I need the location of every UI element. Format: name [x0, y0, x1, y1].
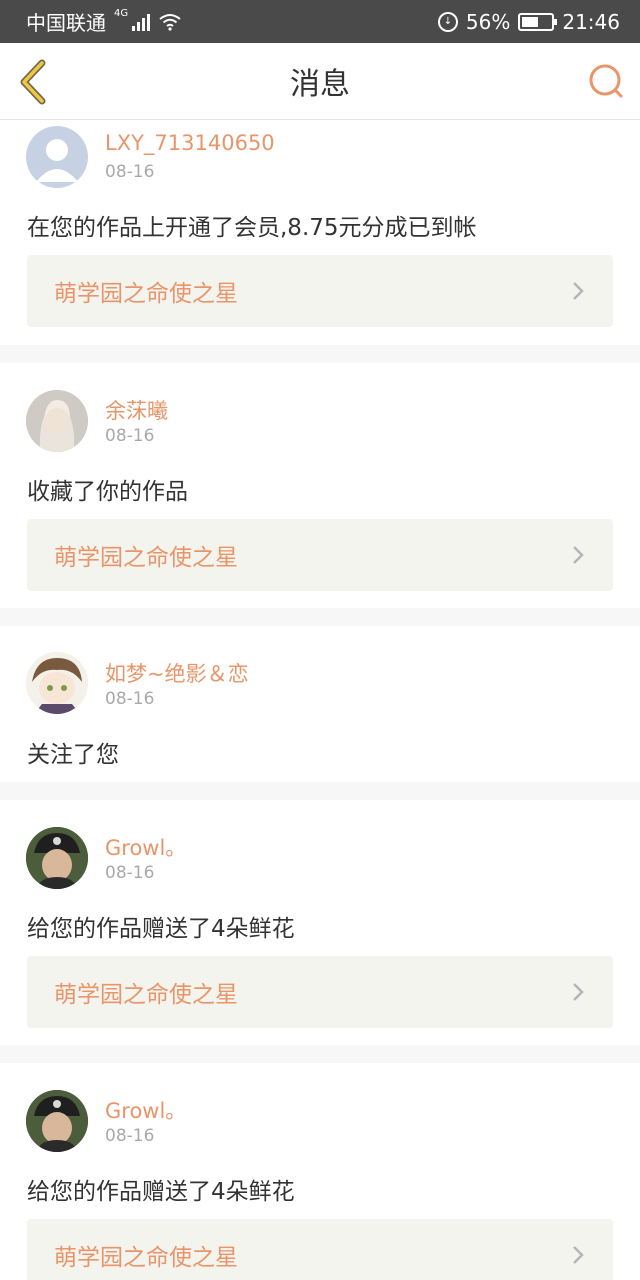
work-title: 萌学园之命使之星 — [54, 281, 238, 307]
signal-icon — [132, 13, 151, 31]
work-title: 萌学园之命使之星 — [54, 1245, 238, 1271]
chevron-left-icon — [20, 59, 46, 105]
message-text: 给您的作品赠送了4朵鲜花 — [27, 916, 295, 942]
avatar[interactable] — [26, 652, 88, 714]
status-right: ↓ 56% 21:46 — [437, 9, 620, 34]
search-button[interactable] — [586, 61, 626, 101]
photo-avatar-icon — [26, 1090, 88, 1152]
photo-avatar-icon — [26, 827, 88, 889]
network-type: 4G — [114, 8, 129, 19]
message-card: Growl。 08-16 给您的作品赠送了4朵鲜花 萌学园之命使之星 — [0, 800, 640, 1045]
user-name[interactable]: Growl。 — [105, 832, 186, 862]
carrier-name: 中国联通 — [26, 11, 106, 35]
avatar[interactable] — [26, 390, 88, 452]
work-title: 萌学园之命使之星 — [54, 545, 238, 571]
message-text: 关注了您 — [27, 742, 119, 768]
status-left: 中国联通 4G — [26, 7, 182, 36]
page-title: 消息 — [290, 67, 350, 102]
user-name[interactable]: Growl。 — [105, 1095, 186, 1125]
battery-fill — [522, 16, 539, 27]
battery-icon — [518, 12, 558, 31]
user-name[interactable]: 余莯曦 — [105, 395, 168, 425]
work-link[interactable]: 萌学园之命使之星 — [27, 956, 613, 1028]
user-name[interactable]: LXY_713140650 — [105, 131, 275, 155]
message-list[interactable]: LXY_713140650 08-16 在您的作品上开通了会员,8.75元分成已… — [0, 120, 640, 1280]
battery-percent: 56% — [465, 9, 511, 34]
message-text: 收藏了你的作品 — [27, 479, 188, 505]
message-date: 08-16 — [105, 1126, 155, 1146]
message-card: 余莯曦 08-16 收藏了你的作品 萌学园之命使之星 — [0, 363, 640, 608]
anime-avatar-icon — [26, 652, 88, 714]
user-name[interactable]: 如梦~绝影＆恋 — [105, 658, 249, 688]
work-title: 萌学园之命使之星 — [54, 982, 238, 1008]
chevron-right-icon — [573, 546, 584, 564]
work-link[interactable]: 萌学园之命使之星 — [27, 1219, 613, 1280]
message-date: 08-16 — [105, 426, 155, 446]
message-date: 08-16 — [105, 689, 155, 709]
search-icon — [589, 64, 623, 98]
message-text: 在您的作品上开通了会员,8.75元分成已到帐 — [27, 215, 477, 241]
message-date: 08-16 — [105, 863, 155, 883]
avatar[interactable] — [26, 1090, 88, 1152]
work-link[interactable]: 萌学园之命使之星 — [27, 255, 613, 327]
message-date: 08-16 — [105, 162, 155, 182]
photo-avatar-icon — [26, 390, 88, 452]
chevron-right-icon — [573, 282, 584, 300]
message-card: 如梦~绝影＆恋 08-16 关注了您 — [0, 626, 640, 782]
default-user-icon — [36, 139, 78, 182]
wifi-icon — [159, 13, 181, 31]
message-text: 给您的作品赠送了4朵鲜花 — [27, 1179, 295, 1205]
data-saver-icon: ↓ — [437, 11, 458, 32]
chevron-right-icon — [573, 1246, 584, 1264]
status-bar: 中国联通 4G ↓ 56% 21:46 — [0, 0, 640, 43]
avatar[interactable] — [26, 126, 88, 188]
message-card: Growl。 08-16 给您的作品赠送了4朵鲜花 萌学园之命使之星 — [0, 1063, 640, 1280]
chevron-right-icon — [573, 983, 584, 1001]
back-button[interactable] — [14, 57, 54, 107]
clock: 21:46 — [562, 9, 620, 34]
message-card: LXY_713140650 08-16 在您的作品上开通了会员,8.75元分成已… — [0, 120, 640, 345]
app-header: 消息 — [0, 43, 640, 120]
work-link[interactable]: 萌学园之命使之星 — [27, 519, 613, 591]
avatar[interactable] — [26, 827, 88, 889]
